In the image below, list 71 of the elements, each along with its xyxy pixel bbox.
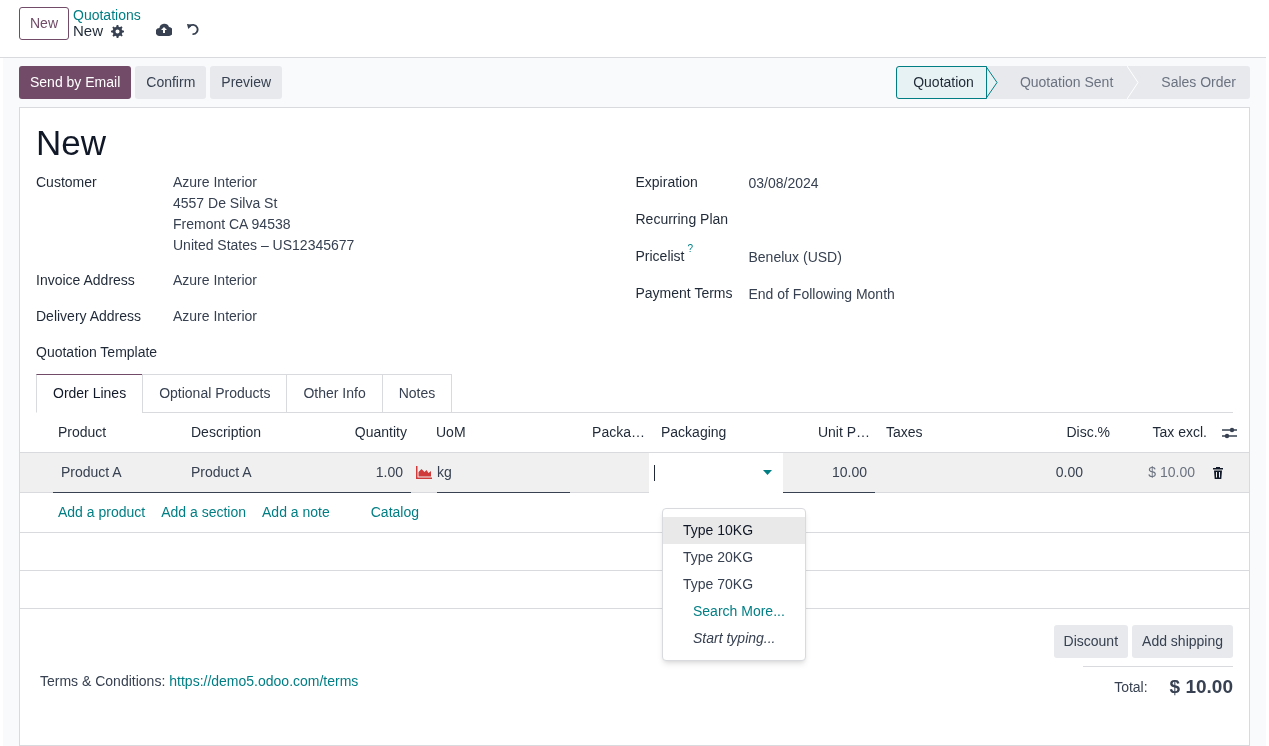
field-label: Customer — [36, 173, 98, 192]
column-header[interactable]: Disc.% — [1066, 424, 1110, 440]
area-chart-icon[interactable] — [416, 466, 432, 479]
table-cell: kg — [437, 452, 570, 493]
terms-link[interactable]: https://demo5.odoo.com/terms — [169, 671, 359, 692]
packaging-field[interactable] — [649, 452, 783, 493]
total-label: Total: — [1114, 677, 1148, 697]
action-button[interactable]: Confirm — [135, 66, 207, 99]
add-link[interactable]: Catalog — [370, 502, 419, 523]
column-header[interactable]: Taxes — [886, 424, 923, 440]
add-link[interactable]: Add a note — [262, 502, 330, 523]
footer-button[interactable]: Add shipping — [1132, 625, 1233, 658]
record-name: New — [35, 122, 108, 164]
add-link[interactable]: Add a product — [58, 502, 146, 523]
search-more-link[interactable]: Search More... — [663, 598, 805, 625]
field-value: United States – US12345677 — [173, 236, 355, 255]
column-header[interactable]: Packaging — [661, 424, 727, 440]
status-step[interactable]: Quotation Sent — [997, 66, 1128, 99]
status-step[interactable]: Sales Order — [1139, 66, 1250, 99]
dropdown-option[interactable]: Type 10KG — [663, 517, 805, 544]
breadcrumb-link[interactable]: Quotations — [73, 7, 141, 23]
field-label: Pricelist — [635, 247, 685, 266]
cloud-upload-icon[interactable] — [155, 23, 172, 36]
column-header[interactable]: Quantity — [354, 424, 407, 440]
column-header[interactable]: Product — [58, 424, 107, 440]
column-header[interactable]: Unit P… — [817, 424, 870, 440]
action-button[interactable]: Send by Email — [19, 66, 132, 99]
field-label: Delivery Address — [36, 307, 143, 326]
field-value: 4557 De Silva St — [173, 194, 279, 213]
new-button[interactable]: New — [19, 7, 69, 40]
terms-label: Terms & Conditions: — [40, 672, 166, 691]
field-value: 03/08/2024 — [748, 174, 819, 193]
undo-icon[interactable] — [185, 23, 199, 36]
column-header[interactable]: Packa… — [592, 424, 645, 440]
record-title: New — [73, 23, 104, 39]
field-value: Azure Interior — [173, 307, 258, 326]
field-label: Quotation Template — [36, 343, 159, 362]
field-value: Benelux (USD) — [748, 248, 842, 267]
column-header[interactable]: Description — [191, 424, 262, 440]
table-cell-text: $ 10.00 — [1148, 463, 1195, 482]
text-cursor — [654, 464, 655, 481]
tab[interactable]: Notes — [381, 374, 453, 413]
field-value: Azure Interior — [173, 271, 258, 290]
field-label: Expiration — [635, 173, 698, 192]
footer-button[interactable]: Discount — [1053, 625, 1129, 658]
field-label: Recurring Plan — [635, 210, 729, 229]
table-cell-text: Product A — [191, 462, 252, 482]
column-header[interactable]: Tax excl. — [1152, 424, 1207, 440]
caret-icon[interactable] — [763, 470, 772, 475]
field-label: Payment Terms — [635, 284, 733, 303]
action-button[interactable]: Preview — [210, 66, 283, 99]
table-cell-text: 0.00 — [1055, 463, 1083, 482]
trash-icon[interactable] — [1212, 466, 1223, 479]
settings-icon[interactable] — [111, 24, 125, 38]
dropdown-option[interactable]: Type 70KG — [663, 571, 805, 598]
column-header[interactable]: UoM — [436, 424, 466, 440]
dropdown-option[interactable]: Type 20KG — [663, 544, 805, 571]
field-value: Azure Interior — [173, 173, 259, 192]
field-value: End of Following Month — [748, 285, 895, 304]
table-cell-text: 1.00 — [375, 462, 403, 482]
tab[interactable]: Order Lines — [36, 374, 144, 413]
add-link[interactable]: Add a section — [161, 502, 246, 523]
column-settings-icon[interactable] — [1222, 425, 1237, 440]
total-amount: $ 10.00 — [1169, 675, 1233, 699]
help-mark[interactable]: ? — [687, 244, 694, 254]
table-cell-text: 10.00 — [831, 462, 867, 482]
field-label: Invoice Address — [36, 271, 136, 290]
table-cell-text: Product A — [61, 462, 122, 482]
tab[interactable]: Optional Products — [142, 374, 288, 413]
field-value: Fremont CA 94538 — [173, 215, 292, 234]
typing-hint: Start typing... — [692, 629, 777, 648]
